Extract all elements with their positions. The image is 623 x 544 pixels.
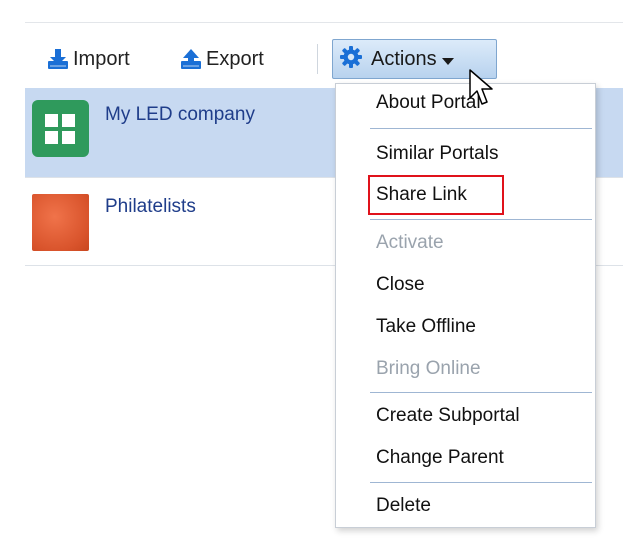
- menu-divider: [370, 392, 592, 393]
- menu-item-delete[interactable]: Delete: [376, 495, 431, 517]
- top-divider: [25, 22, 623, 23]
- portal-thumbnail: [32, 194, 89, 251]
- portal-name-link[interactable]: Philatelists: [105, 196, 196, 218]
- gear-icon: [339, 45, 363, 74]
- menu-divider: [370, 128, 592, 129]
- chevron-down-icon: [441, 57, 454, 65]
- mouse-pointer-icon: [468, 68, 494, 113]
- actions-label: Actions: [371, 47, 437, 70]
- toolbar-separator: [317, 44, 318, 74]
- menu-divider: [370, 219, 592, 220]
- export-button[interactable]: Export: [180, 44, 264, 74]
- menu-item-activate: Activate: [376, 232, 444, 253]
- portal-name-link[interactable]: My LED company: [105, 104, 255, 126]
- menu-item-bring-online: Bring Online: [376, 358, 481, 379]
- menu-item-close[interactable]: Close: [376, 274, 425, 296]
- import-icon: [47, 48, 69, 70]
- menu-item-change-parent[interactable]: Change Parent: [376, 447, 504, 469]
- menu-divider: [370, 482, 592, 483]
- menu-item-similar-portals[interactable]: Similar Portals: [376, 143, 498, 165]
- import-button[interactable]: Import: [47, 44, 130, 74]
- export-icon: [180, 48, 202, 70]
- menu-item-create-subportal[interactable]: Create Subportal: [376, 405, 520, 427]
- toolbar: Import Export Actions: [25, 36, 623, 88]
- export-label: Export: [206, 47, 264, 70]
- menu-item-about-portal[interactable]: About Portal: [376, 92, 481, 114]
- actions-dropdown-menu: About Portal Similar Portals Share Link …: [335, 83, 596, 528]
- import-label: Import: [73, 47, 130, 70]
- share-link-highlight: [368, 175, 504, 215]
- portal-thumbnail: [32, 100, 89, 157]
- menu-item-take-offline[interactable]: Take Offline: [376, 316, 476, 338]
